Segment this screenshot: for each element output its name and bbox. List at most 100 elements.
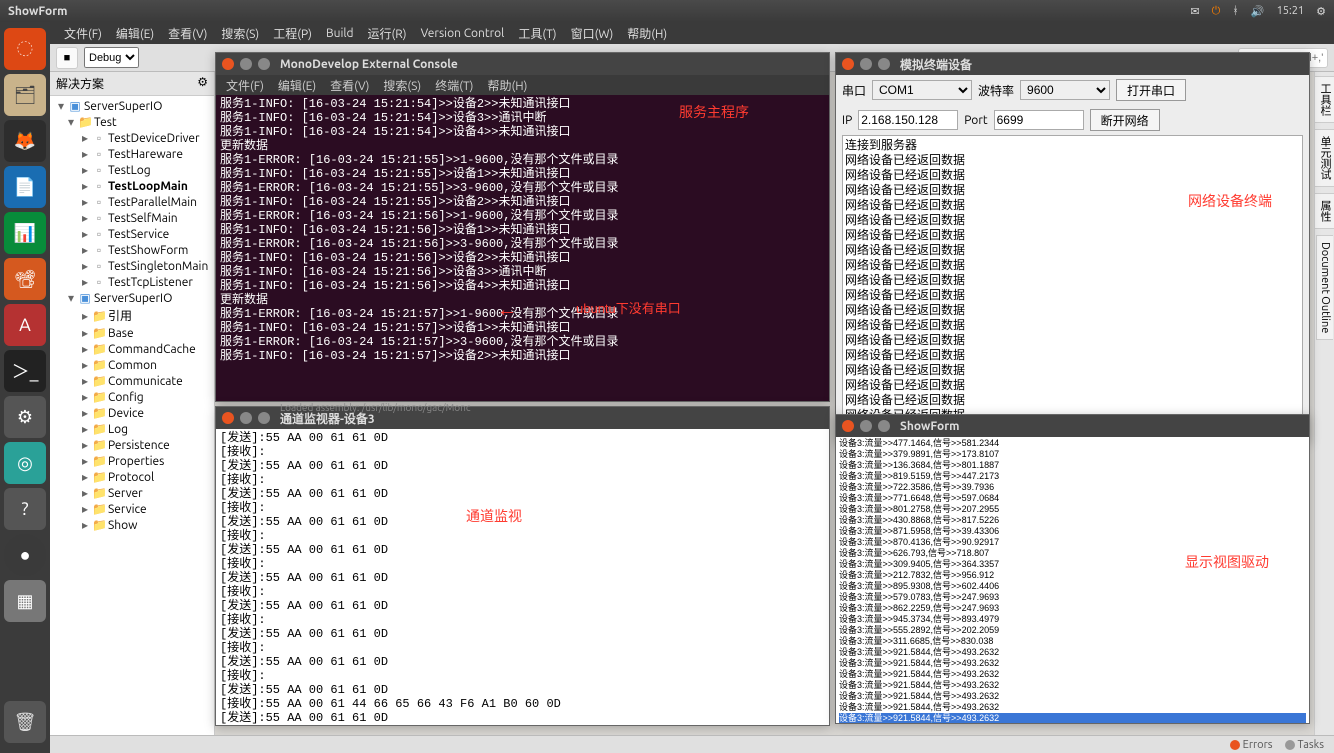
- tree-node[interactable]: ▸📁Device: [50, 405, 214, 421]
- clock-label[interactable]: 15:21: [1277, 5, 1305, 17]
- tree-node[interactable]: ▸▫TestDeviceDriver: [50, 130, 214, 146]
- settings-icon[interactable]: ⚙: [4, 396, 46, 438]
- dock-tab[interactable]: 属性: [1314, 193, 1334, 229]
- open-serial-button[interactable]: 打开串口: [1116, 79, 1186, 101]
- tree-node[interactable]: ▸📁Service: [50, 501, 214, 517]
- maximize-icon[interactable]: [878, 420, 890, 432]
- close-icon[interactable]: [222, 412, 234, 424]
- console-output[interactable]: 服务1-INFO: [16-03-24 15:21:54]>>设备2>>未知通讯…: [216, 95, 829, 401]
- software-icon[interactable]: A: [4, 304, 46, 346]
- tree-node[interactable]: ▸▫TestService: [50, 226, 214, 242]
- maximize-icon[interactable]: [878, 58, 890, 70]
- tree-node[interactable]: ▾📁Test: [50, 114, 214, 130]
- baud-select[interactable]: 9600: [1020, 80, 1110, 100]
- impress-icon[interactable]: 📽: [4, 258, 46, 300]
- tree-node[interactable]: ▸📁Log: [50, 421, 214, 437]
- panel-settings-icon[interactable]: ⚙: [197, 75, 208, 92]
- showform-titlebar[interactable]: ShowForm: [836, 415, 1309, 437]
- tree-node[interactable]: ▸▫TestShowForm: [50, 242, 214, 258]
- dock-tab[interactable]: Document Outline: [1316, 235, 1333, 340]
- menu-item[interactable]: 文件(F): [64, 25, 102, 42]
- console-titlebar[interactable]: MonoDevelop External Console: [216, 53, 829, 75]
- menu-item[interactable]: 文件(F): [226, 77, 264, 94]
- menu-item[interactable]: 运行(R): [368, 25, 407, 42]
- close-icon[interactable]: [842, 58, 854, 70]
- tree-node[interactable]: ▸▫TestTcpListener: [50, 274, 214, 290]
- disconnect-button[interactable]: 断开网络: [1090, 109, 1160, 131]
- tree-node[interactable]: ▸▫TestLog: [50, 162, 214, 178]
- tree-node[interactable]: ▸▫TestLoopMain: [50, 178, 214, 194]
- menu-item[interactable]: 搜索(S): [383, 77, 421, 94]
- trash-icon[interactable]: 🗑: [4, 701, 46, 743]
- stop-button[interactable]: ■: [56, 47, 78, 69]
- shutdown-icon[interactable]: ⏻: [1212, 5, 1221, 18]
- menu-item[interactable]: 窗口(W): [571, 25, 614, 42]
- dash-icon[interactable]: ◌: [4, 28, 46, 70]
- list-item-selected[interactable]: 设备3:流量>>921.5844,信号>>493.2632: [839, 713, 1306, 723]
- tree-node[interactable]: ▸📁CommandCache: [50, 341, 214, 357]
- running-app-icon[interactable]: ▦: [4, 580, 46, 622]
- menu-item[interactable]: 工程(P): [273, 25, 312, 42]
- tree-node[interactable]: ▸📁Common: [50, 357, 214, 373]
- menu-item[interactable]: 编辑(E): [278, 77, 316, 94]
- simdev-titlebar[interactable]: 模拟终端设备: [836, 53, 1309, 75]
- menu-item[interactable]: 帮助(H): [487, 77, 527, 94]
- minimize-icon[interactable]: [860, 58, 872, 70]
- menu-item[interactable]: 工具(T): [518, 25, 556, 42]
- serial-select[interactable]: COM1: [872, 80, 972, 100]
- menu-item[interactable]: 帮助(H): [627, 25, 667, 42]
- mail-icon[interactable]: ✉: [1190, 5, 1199, 18]
- ip-input[interactable]: [858, 110, 958, 130]
- tree-node[interactable]: ▸📁引用: [50, 306, 214, 325]
- volume-icon[interactable]: 🔊: [1251, 5, 1265, 18]
- menu-item[interactable]: 编辑(E): [116, 25, 154, 42]
- files-icon[interactable]: 🗂: [4, 74, 46, 116]
- app-icon[interactable]: ●: [4, 534, 46, 576]
- tree-node[interactable]: ▸📁Properties: [50, 453, 214, 469]
- menu-item[interactable]: Build: [326, 27, 354, 40]
- chan-output[interactable]: [发送]:55 AA 00 61 61 0D [接收]: [发送]:55 AA …: [216, 429, 829, 725]
- close-icon[interactable]: [222, 58, 234, 70]
- maximize-icon[interactable]: [258, 412, 270, 424]
- gear-icon[interactable]: ⚙: [1316, 5, 1326, 18]
- tree-node[interactable]: ▸▫TestSingletonMain: [50, 258, 214, 274]
- errors-button[interactable]: Errors: [1230, 739, 1273, 751]
- minimize-icon[interactable]: [240, 412, 252, 424]
- bluetooth-icon[interactable]: ᚼ: [1232, 5, 1239, 17]
- tree-node[interactable]: ▸📁Protocol: [50, 469, 214, 485]
- terminal-icon[interactable]: ＞_: [4, 350, 46, 392]
- list-item: 网络设备已经返回数据: [845, 243, 1300, 258]
- tree-node[interactable]: ▸📁Config: [50, 389, 214, 405]
- dock-tab[interactable]: 单元测试: [1314, 129, 1334, 187]
- tree-node[interactable]: ▸▫TestSelfMain: [50, 210, 214, 226]
- simdev-log[interactable]: 网络设备终端 连接到服务器网络设备已经返回数据网络设备已经返回数据网络设备已经返…: [842, 135, 1303, 441]
- tree-node[interactable]: ▸📁Server: [50, 485, 214, 501]
- tree-node[interactable]: ▸▫TestParallelMain: [50, 194, 214, 210]
- config-select[interactable]: Debug: [84, 47, 139, 68]
- menu-item[interactable]: 搜索(S): [221, 25, 259, 42]
- tree-node[interactable]: ▾▣ServerSuperIO: [50, 98, 214, 114]
- menu-item[interactable]: 终端(T): [435, 77, 473, 94]
- tree-node[interactable]: ▾▣ServerSuperIO: [50, 290, 214, 306]
- help-icon[interactable]: ?: [4, 488, 46, 530]
- port-input[interactable]: [994, 110, 1084, 130]
- menu-item[interactable]: 查看(V): [330, 77, 369, 94]
- tree-node[interactable]: ▸📁Persistence: [50, 437, 214, 453]
- close-icon[interactable]: [842, 420, 854, 432]
- tree-node[interactable]: ▸▫TestHareware: [50, 146, 214, 162]
- tree-node[interactable]: ▸📁Base: [50, 325, 214, 341]
- monodevelop-icon[interactable]: ◎: [4, 442, 46, 484]
- minimize-icon[interactable]: [860, 420, 872, 432]
- calc-icon[interactable]: 📊: [4, 212, 46, 254]
- tree-node[interactable]: ▸📁Show: [50, 517, 214, 533]
- writer-icon[interactable]: 📄: [4, 166, 46, 208]
- dock-tab[interactable]: 工具栏: [1314, 76, 1334, 123]
- minimize-icon[interactable]: [240, 58, 252, 70]
- tasks-button[interactable]: Tasks: [1285, 739, 1324, 751]
- maximize-icon[interactable]: [258, 58, 270, 70]
- menu-item[interactable]: Version Control: [421, 27, 505, 40]
- tree-node[interactable]: ▸📁Communicate: [50, 373, 214, 389]
- showform-output[interactable]: 显示视图驱动 设备3:流量>>477.1464,信号>>581.2344设备3:…: [836, 437, 1309, 723]
- firefox-icon[interactable]: 🦊: [4, 120, 46, 162]
- menu-item[interactable]: 查看(V): [168, 25, 207, 42]
